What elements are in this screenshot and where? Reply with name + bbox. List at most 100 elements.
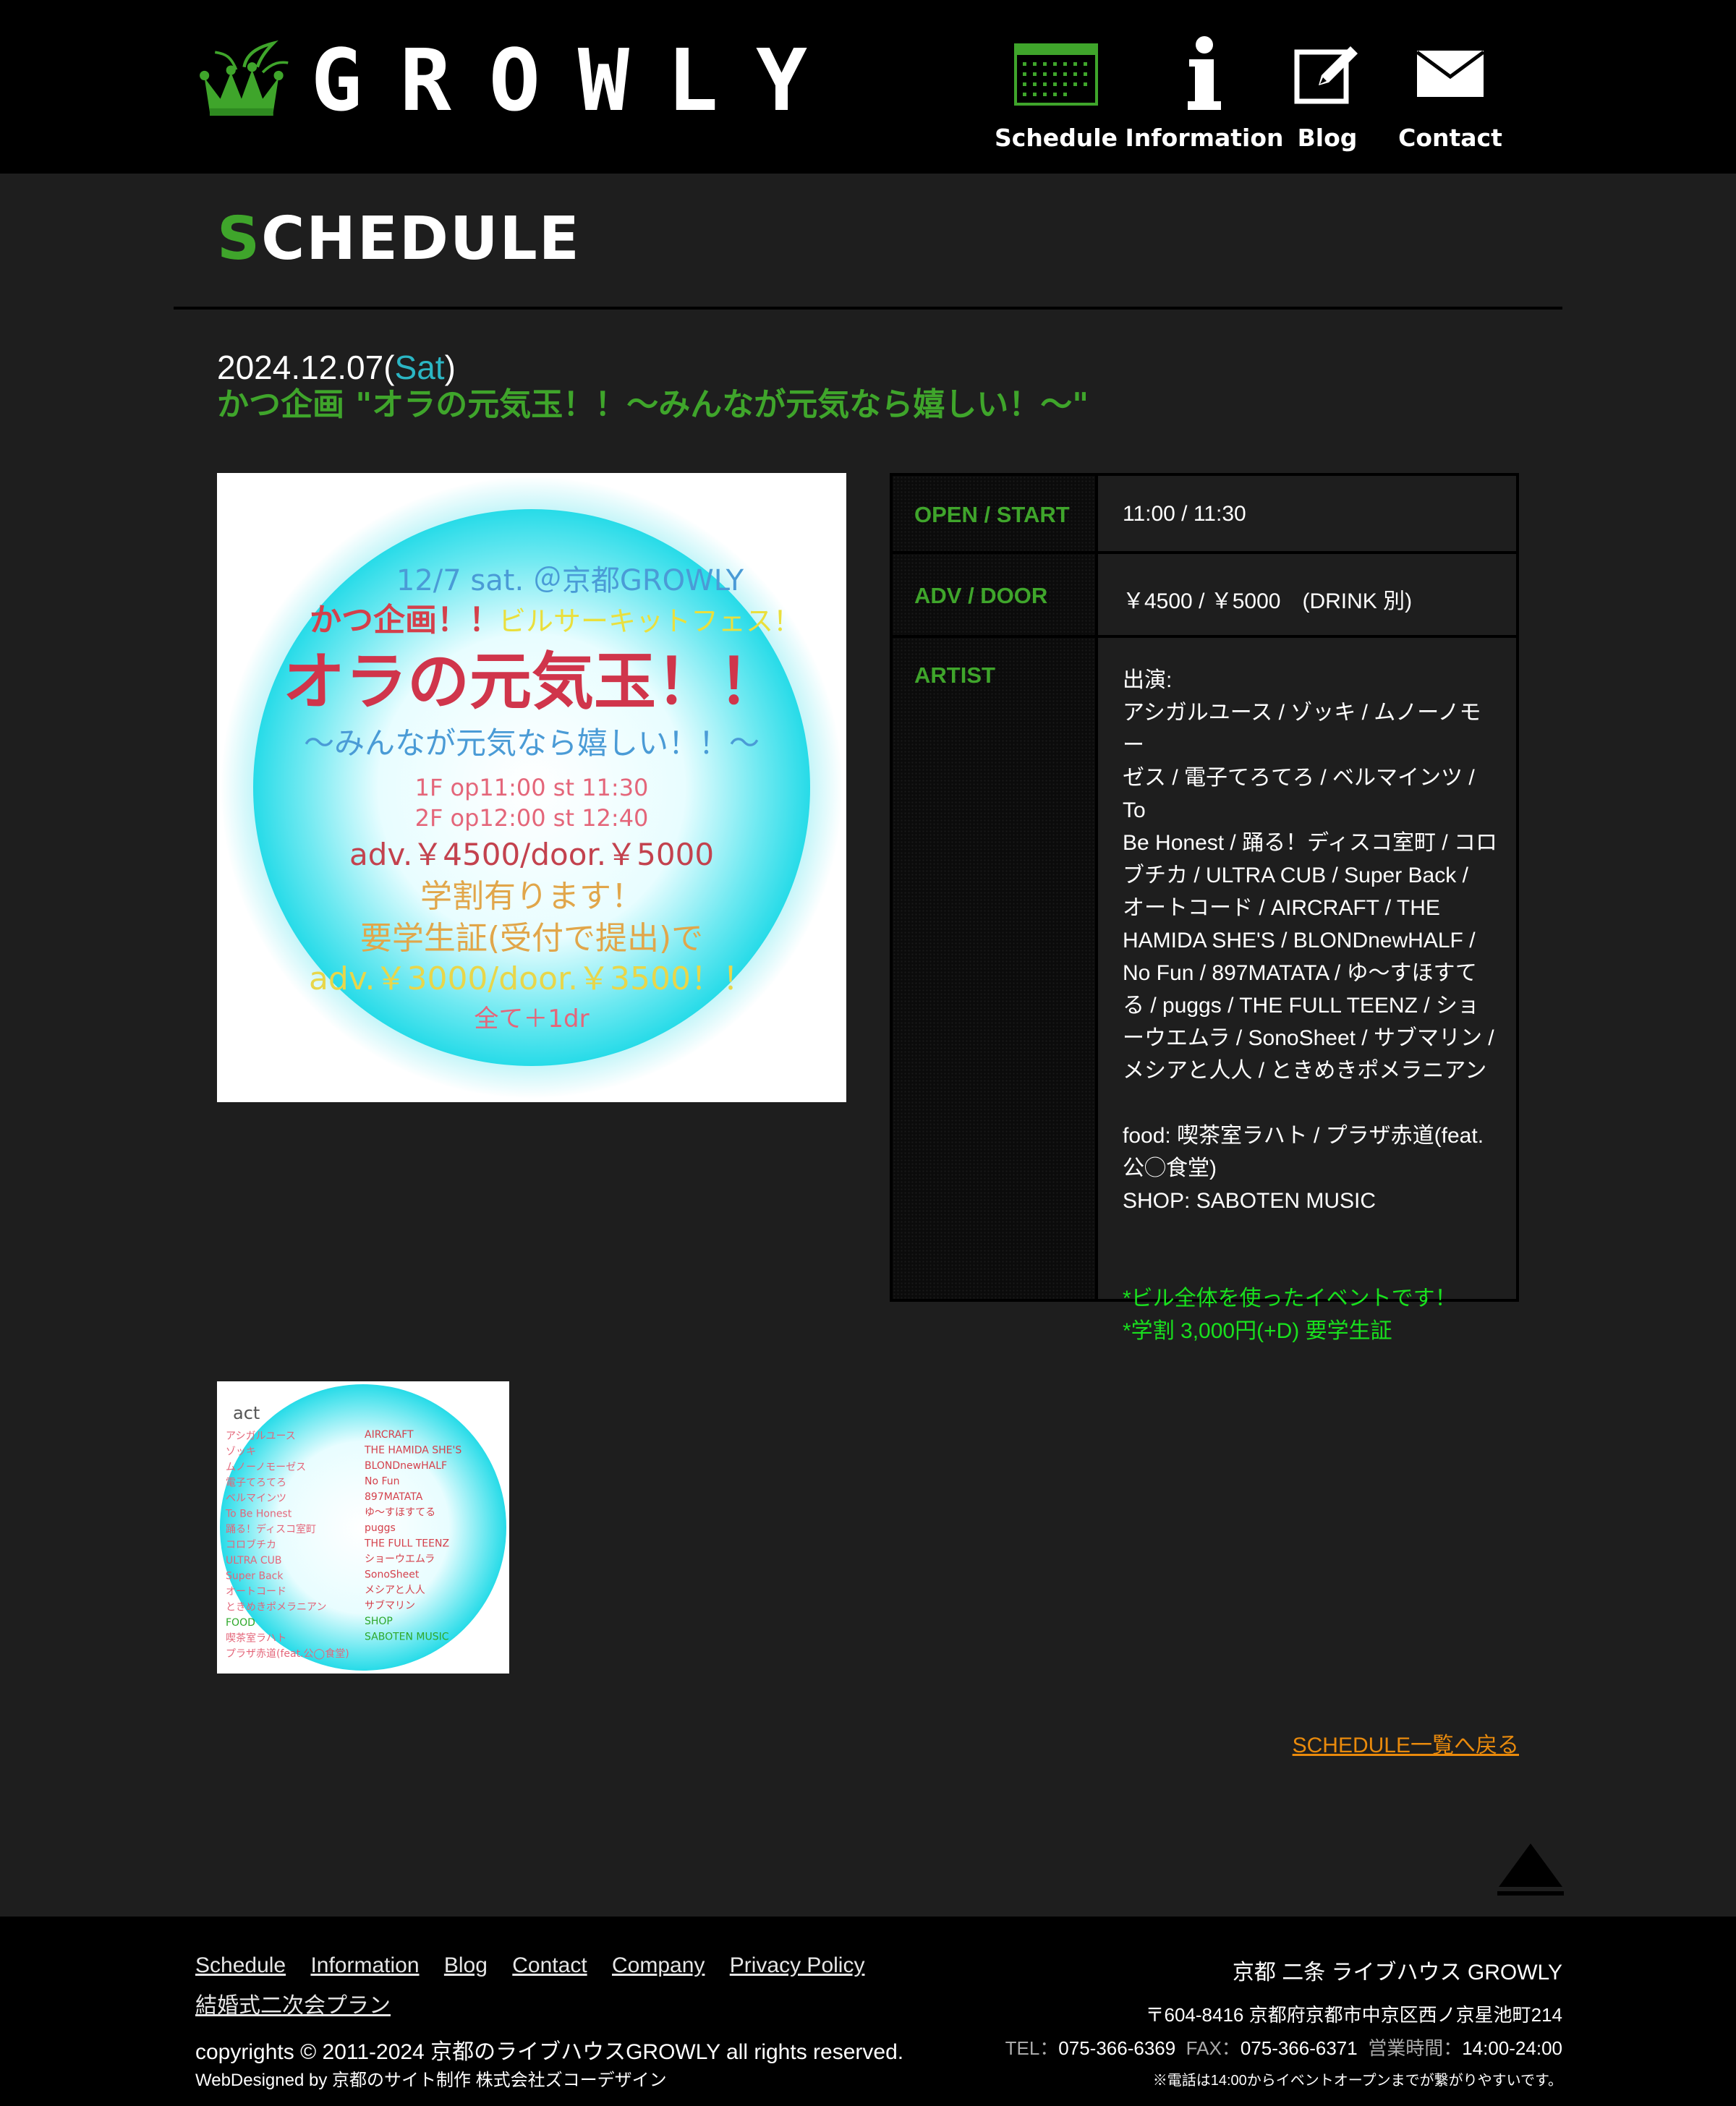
event-weekday: Sat xyxy=(394,349,445,386)
event-flyer-image[interactable]: 12/7 sat. ＠京都GROWLY かつ企画！！ ビルサーキットフェス！ オ… xyxy=(217,473,846,1102)
footer-link-schedule[interactable]: Schedule xyxy=(195,1953,286,1977)
lineup-flyer-thumbnail[interactable]: act アシガルユース ゾッキ ムノーノモーゼス 電子てろてろ ベルマインツ To Be … xyxy=(217,1381,509,1674)
adv-door-value: ￥4500 / ￥5000 (DRINK 別) xyxy=(1123,589,1413,613)
thumb-right-item-5: ゆ〜すほすてる xyxy=(365,1507,435,1519)
copyright: copyrights © 2011-2024 京都のライブハウスGROWLY a… xyxy=(195,2040,904,2064)
event-note-building: *ビル全体を使ったイベントです！ xyxy=(1123,1287,1457,1310)
thumb-left-item-6: 踊る！ディスコ室町 xyxy=(226,1523,316,1535)
info-row-adv-door: ADV / DOOR ￥4500 / ￥5000 (DRINK 別) xyxy=(893,554,1516,638)
venue-address: 〒604-8416 京都府京都市中京区西ノ京星池町214 xyxy=(1145,2004,1562,2026)
flyer-line7: adv.￥4500/door.￥5000 xyxy=(349,837,714,872)
thumb-left-item-14: プラザ赤道(feat.公◯食堂) xyxy=(226,1647,349,1660)
hours-label: 営業時間： xyxy=(1368,2037,1463,2059)
event-note-student-discount: *学割 3,000円(+D) 要学生証 xyxy=(1123,1319,1392,1343)
flyer-line5: 1F op11:00 st 11:30 xyxy=(415,774,649,801)
thumb-left-item-4: ベルマインツ xyxy=(226,1493,286,1504)
footer-link-wedding-plan[interactable]: 結婚式二次会プラン xyxy=(195,1994,391,2018)
thumb-left-item-2: ムノーノモーゼス xyxy=(226,1462,306,1473)
thumb-left-item-0: アシガルユース xyxy=(226,1431,296,1442)
thumb-left-item-9: Super Back xyxy=(226,1571,284,1582)
flyer-line9: 要学生証(受付で提出)で xyxy=(360,920,703,957)
page-title-initial: S xyxy=(217,205,262,273)
info-row-open-start: OPEN / START 11:00 / 11:30 xyxy=(893,476,1516,554)
flyer-line10: adv.￥3000/door.￥3500！！ xyxy=(309,960,754,997)
page-top-button[interactable] xyxy=(1496,1841,1565,1898)
venue-contact-numbers: TEL：075-366-6369 FAX：075-366-6371 営業時間：1… xyxy=(1005,2034,1562,2060)
thumb-left-item-13: 喫茶室ラハト xyxy=(226,1632,286,1645)
nav-information-label: Information xyxy=(1125,124,1284,152)
page-title-rest: CHEDULE xyxy=(261,205,581,273)
site-header: GROWLY Schedule Information Blog Contact xyxy=(0,0,1736,174)
thumb-right-item-7: THE FULL TEENZ xyxy=(364,1538,449,1550)
info-row-artist: ARTIST 出演: アシガルユース / ゾッキ / ムノーノモー ゼス / 電… xyxy=(893,638,1516,1343)
thumb-right-item-8: ショーウエムラ xyxy=(365,1553,435,1565)
event-date-text: 2024.12.07( xyxy=(217,349,395,386)
thumb-right-item-9: SonoSheet xyxy=(365,1569,420,1581)
fax-label: FAX： xyxy=(1186,2037,1241,2059)
footer-nav: Schedule Information Blog Contact Compan… xyxy=(195,1945,919,2026)
thumb-right-item-3: No Fun xyxy=(365,1476,400,1488)
thumb-right-item-6: puggs xyxy=(365,1522,396,1534)
thumb-right-item-1: THE HAMIDA SHE'S xyxy=(364,1445,461,1457)
nav-schedule-label: Schedule xyxy=(994,124,1118,152)
nav-information[interactable]: Information xyxy=(1126,29,1284,152)
thumb-left-item-12: FOOD xyxy=(226,1617,255,1629)
info-icon xyxy=(1186,34,1222,114)
crown-icon xyxy=(200,40,289,116)
thumb-left-item-5: To Be Honest xyxy=(225,1509,292,1520)
thumb-right-item-11: サブマリン xyxy=(365,1600,415,1612)
flyer-line2a: かつ企画！！ xyxy=(310,602,501,639)
thumb-right-item-0: AIRCRAFT xyxy=(365,1429,414,1441)
thumb-left-item-7: コロブチカ xyxy=(226,1539,276,1551)
event-title: かつ企画 "オラの元気玉！！〜みんなが元気なら嬉しい！〜" xyxy=(217,386,1089,423)
mail-icon xyxy=(1416,34,1485,114)
thumb-right-item-13: SABOTEN MUSIC xyxy=(365,1632,449,1643)
footer-link-contact[interactable]: Contact xyxy=(512,1953,587,1977)
flyer-line11: 全て＋1dr xyxy=(474,1005,589,1033)
nav-blog[interactable]: Blog xyxy=(1280,29,1374,152)
logo-text: GROWLY xyxy=(310,30,845,130)
open-start-value: 11:00 / 11:30 xyxy=(1123,502,1246,526)
business-hours: 14:00-24:00 xyxy=(1462,2037,1562,2059)
thumb-right-item-12: SHOP xyxy=(365,1616,393,1627)
fax-number: 075-366-6371 xyxy=(1240,2037,1358,2059)
artist-cell: 出演: アシガルユース / ゾッキ / ムノーノモー ゼス / 電子てろてろ /… xyxy=(1101,638,1516,1343)
thumb-left-item-8: ULTRA CUB xyxy=(226,1555,282,1566)
calendar-icon xyxy=(1014,34,1098,114)
footer-link-company[interactable]: Company xyxy=(612,1953,705,1977)
open-start-label: OPEN / START xyxy=(893,476,1098,551)
page-title: SCHEDULE xyxy=(217,210,581,269)
flyer-line1: 12/7 sat. ＠京都GROWLY xyxy=(396,564,744,597)
footer-link-information[interactable]: Information xyxy=(310,1953,419,1977)
phone-note: ※電話は14:00からイベントオープンまでが繋がりやすいです。 xyxy=(1152,2073,1562,2089)
nav-blog-label: Blog xyxy=(1297,124,1358,152)
title-divider xyxy=(174,307,1562,310)
web-design-credit: WebDesigned by 京都のサイト制作 株式会社ズコーデザイン xyxy=(195,2071,667,2090)
flyer-line3: オラの元気玉！！ xyxy=(283,646,780,718)
adv-door-label: ADV / DOOR xyxy=(893,554,1098,635)
thumb-act-label: act xyxy=(233,1403,260,1423)
global-nav: Schedule Information Blog Contact xyxy=(991,29,1505,152)
artist-label: ARTIST xyxy=(893,638,1098,1299)
event-date-close: ) xyxy=(444,349,456,386)
event-date: 2024.12.07(Sat) xyxy=(217,349,456,387)
flyer-line8: 学割有ります！ xyxy=(420,878,643,915)
nav-schedule[interactable]: Schedule xyxy=(991,29,1121,152)
thumb-left-item-11: ときめきポメラニアン xyxy=(226,1602,326,1613)
flyer-line6: 2F op12:00 st 12:40 xyxy=(415,804,649,832)
thumb-left-item-1: ゾッキ xyxy=(226,1446,256,1458)
edit-icon xyxy=(1294,34,1361,114)
tel-label: TEL： xyxy=(1005,2037,1059,2059)
site-footer: Schedule Information Blog Contact Compan… xyxy=(0,1917,1736,2106)
thumb-left-item-10: オートコード xyxy=(226,1586,286,1598)
arrow-up-icon xyxy=(1497,1843,1564,1896)
footer-link-blog[interactable]: Blog xyxy=(444,1953,488,1977)
back-to-schedule-link[interactable]: SCHEDULE一覧へ戻る xyxy=(1293,1727,1519,1759)
thumb-right-item-2: BLONDnewHALF xyxy=(365,1460,447,1472)
nav-contact-label: Contact xyxy=(1398,124,1502,152)
footer-link-privacy-policy[interactable]: Privacy Policy xyxy=(730,1953,865,1977)
nav-contact[interactable]: Contact xyxy=(1396,29,1505,152)
flyer-line4: 〜みんなが元気なら嬉しい！！〜 xyxy=(304,725,760,761)
artist-list: 出演: アシガルユース / ゾッキ / ムノーノモー ゼス / 電子てろてろ /… xyxy=(1123,668,1497,1213)
site-logo[interactable]: GROWLY xyxy=(194,19,845,142)
